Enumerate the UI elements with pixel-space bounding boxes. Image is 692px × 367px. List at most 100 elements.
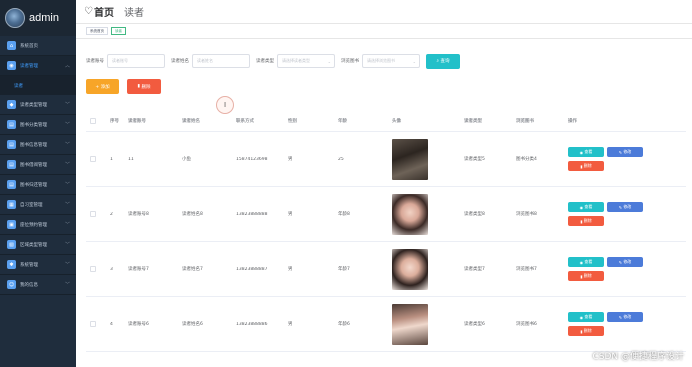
- row-actions-top: ◉ 查看 ✎ 修改: [568, 202, 654, 212]
- sidebar-item-label: 系统管理: [20, 262, 38, 268]
- chevron-down-icon: ﹀: [64, 242, 70, 248]
- reader-photo[interactable]: [392, 303, 428, 345]
- cell-gender: 男: [288, 322, 293, 327]
- view-label: 查看: [584, 259, 593, 264]
- tags-view: 系统首页 读者: [76, 24, 692, 39]
- row-checkbox[interactable]: [90, 211, 96, 217]
- breadcrumb-home[interactable]: 首页: [94, 4, 114, 19]
- sidebar-item-book-return[interactable]: ▤ 图书归还管理 ﹀: [0, 175, 76, 195]
- top-header: ♡ 首页 读者: [76, 0, 692, 24]
- row-actions: ◉ 查看 ✎ 修改 ▮ 删除: [568, 257, 654, 281]
- col-phone: 联系方式: [236, 119, 254, 124]
- delete-button[interactable]: ▮ 删除: [568, 271, 604, 281]
- cell-phone: 13823888886: [236, 321, 268, 327]
- edit-button[interactable]: ✎ 修改: [607, 202, 643, 212]
- reader-photo[interactable]: [392, 193, 428, 235]
- view-button[interactable]: ◉ 查看: [568, 147, 604, 157]
- table-row: 1 11 小鱼 15874123698 男 25 读者类型5 图书分类4 ◉ 查…: [86, 132, 686, 187]
- view-button[interactable]: ◉ 查看: [568, 312, 604, 322]
- sidebar-item-label: 读者类型管理: [20, 102, 47, 108]
- profile-icon: ☺: [7, 280, 16, 289]
- col-book: 浏览图书: [516, 119, 534, 124]
- row-actions: ◉ 查看 ✎ 修改 ▮ 删除: [568, 312, 654, 336]
- cell-account: 读者账号6: [128, 322, 149, 327]
- sidebar-item-reader-types[interactable]: ◆ 读者类型管理 ﹀: [0, 95, 76, 115]
- sidebar-item-book-info[interactable]: ▤ 图书信息管理 ﹀: [0, 135, 76, 155]
- browse-book-placeholder: 请选择浏览图书: [367, 58, 395, 63]
- view-button[interactable]: ◉ 查看: [568, 202, 604, 212]
- row-checkbox[interactable]: [90, 156, 96, 162]
- cell-age: 年龄6: [338, 322, 350, 327]
- cell-gender: 男: [288, 267, 293, 272]
- cell-book: 图书分类4: [516, 157, 537, 162]
- sidebar-item-seat-booking[interactable]: ▣ 座位预约管理 ﹀: [0, 215, 76, 235]
- cell-name: 读者姓名6: [182, 322, 203, 327]
- sidebar-item-book-borrow[interactable]: ▤ 图书借阅管理 ﹀: [0, 155, 76, 175]
- reader-name-input[interactable]: 读者姓名: [192, 54, 250, 68]
- edit-button[interactable]: ✎ 修改: [607, 147, 643, 157]
- sidebar-item-area-types[interactable]: ▧ 区域类型管理 ﹀: [0, 235, 76, 255]
- cell-type: 读者类型8: [464, 212, 485, 217]
- cell-book: 浏览图书8: [516, 212, 537, 217]
- edit-label: 修改: [623, 314, 632, 319]
- filter-label-book: 浏览图书: [341, 59, 359, 64]
- row-checkbox-cell: [86, 211, 106, 217]
- cell-type: 读者类型6: [464, 322, 485, 327]
- col-index: 序号: [110, 119, 119, 124]
- cell-ops: ◉ 查看 ✎ 修改 ▮ 删除: [564, 202, 654, 226]
- tag-home[interactable]: 系统首页: [86, 27, 108, 35]
- room-icon: ▦: [7, 200, 16, 209]
- sidebar-item-label: 自习室管理: [20, 202, 43, 208]
- col-type: 读者类型: [464, 119, 482, 124]
- sidebar: admin ⌂ 系统首页 ◉ 读者管理 ︿ 读者 ◆ 读者类型管理 ﹀ ▤ 图书…: [0, 0, 76, 367]
- view-button[interactable]: ◉ 查看: [568, 257, 604, 267]
- sidebar-item-home[interactable]: ⌂ 系统首页: [0, 36, 76, 56]
- view-label: 查看: [584, 204, 593, 209]
- reader-type-select[interactable]: 请选择读者类型 ⌄: [277, 54, 335, 68]
- cell-phone: 15874123698: [236, 156, 268, 162]
- col-account: 读者账号: [128, 119, 146, 124]
- sidebar-item-system[interactable]: ✱ 系统管理 ﹀: [0, 255, 76, 275]
- row-checkbox[interactable]: [90, 266, 96, 272]
- edit-button[interactable]: ✎ 修改: [607, 257, 643, 267]
- delete-button[interactable]: ▮ 删除: [568, 216, 604, 226]
- browse-book-select[interactable]: 请选择浏览图书 ⌄: [362, 54, 420, 68]
- table-row: 2 读者账号8 读者姓名8 13823888888 男 年龄8 读者类型8 浏览…: [86, 187, 686, 242]
- tag-readers[interactable]: 读者: [111, 27, 126, 35]
- cell-name: 读者姓名8: [182, 212, 203, 217]
- sidebar-item-label: 区域类型管理: [20, 242, 47, 248]
- cell-ops: ◉ 查看 ✎ 修改 ▮ 删除: [564, 147, 654, 171]
- search-button[interactable]: ⌕ 查询: [426, 53, 460, 69]
- sidebar-item-label: 图书借阅管理: [20, 162, 47, 168]
- tag-icon: ◆: [7, 100, 16, 109]
- row-checkbox[interactable]: [90, 321, 96, 327]
- sidebar-item-study-rooms[interactable]: ▦ 自习室管理 ﹀: [0, 195, 76, 215]
- edit-label: 修改: [623, 259, 632, 264]
- select-all-checkbox[interactable]: [90, 118, 96, 124]
- heart-icon: ♡: [84, 6, 93, 17]
- add-button[interactable]: + 添加: [86, 79, 119, 94]
- sidebar-item-label: 图书分类管理: [20, 122, 47, 128]
- chevron-down-icon: ﹀: [64, 262, 70, 268]
- cell-type: 读者类型5: [464, 157, 485, 162]
- delete-button[interactable]: ▮ 删除: [568, 326, 604, 336]
- delete-button[interactable]: ▮ 删除: [568, 161, 604, 171]
- sidebar-item-readers[interactable]: ◉ 读者管理 ︿: [0, 56, 76, 76]
- sidebar-subitem-readers[interactable]: 读者: [0, 76, 76, 95]
- col-avatar: 头像: [392, 119, 401, 124]
- batch-delete-button[interactable]: ▮ 删除: [127, 79, 161, 94]
- col-age: 年龄: [338, 119, 347, 124]
- reader-photo[interactable]: [392, 138, 428, 180]
- edit-button[interactable]: ✎ 修改: [607, 312, 643, 322]
- reader-account-input[interactable]: 读者账号: [107, 54, 165, 68]
- cell-index: 4: [110, 321, 113, 327]
- sidebar-item-book-categories[interactable]: ▤ 图书分类管理 ﹀: [0, 115, 76, 135]
- admin-avatar[interactable]: [5, 8, 25, 28]
- search-button-label: 查询: [440, 59, 450, 64]
- row-checkbox-cell: [86, 266, 106, 272]
- delete-label: 删除: [583, 328, 592, 333]
- sidebar-item-profile[interactable]: ☺ 我的信息 ﹀: [0, 275, 76, 295]
- chevron-down-icon: ⌄: [327, 58, 331, 64]
- cell-gender: 男: [288, 212, 293, 217]
- reader-photo[interactable]: [392, 248, 428, 290]
